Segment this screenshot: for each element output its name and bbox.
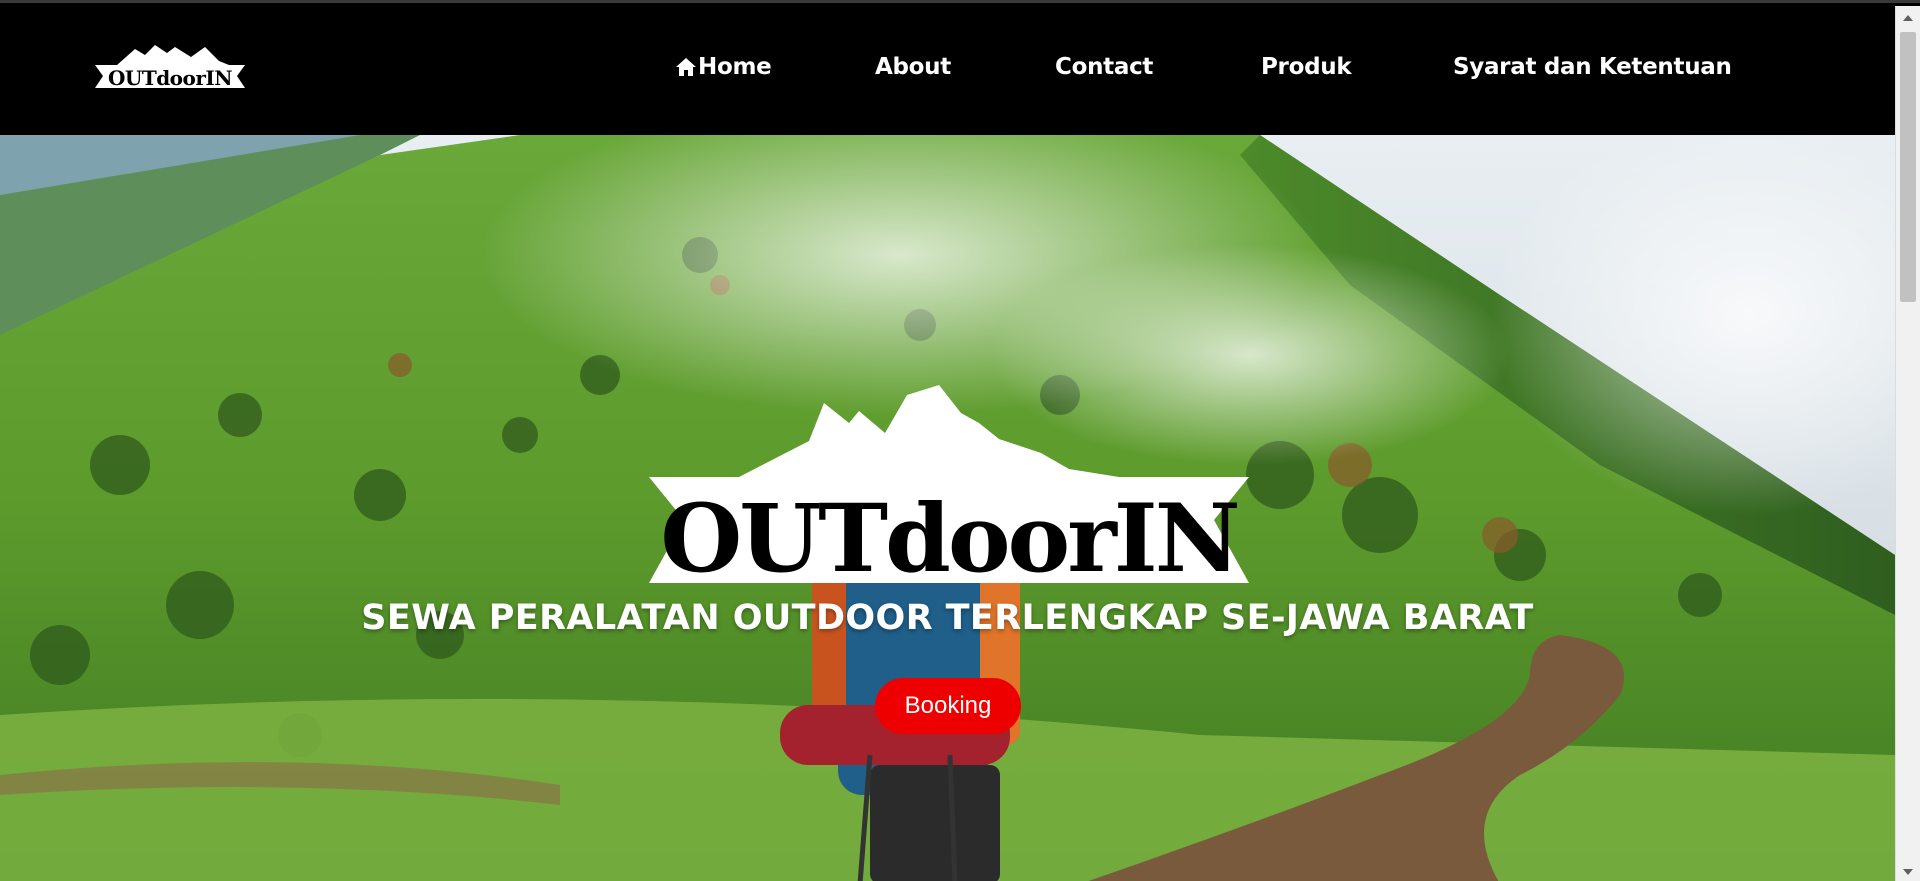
nav-item-syarat-dan-ketentuan[interactable]: Syarat dan Ketentuan (1453, 54, 1732, 80)
nav-item-syarat-label: Syarat dan Ketentuan (1453, 54, 1732, 80)
nav-item-about-label: About (875, 54, 951, 80)
top-navbar: OUTdoorIN Home About Contact Produk Syar… (0, 6, 1895, 135)
hero-section: OUTdoorIN SEWA PERALATAN OUTDOOR TERLENG… (0, 135, 1895, 881)
nav-item-about[interactable]: About (875, 54, 951, 80)
hero-tagline: SEWA PERALATAN OUTDOOR TERLENGKAP SE-JAW… (361, 598, 1534, 638)
scrollbar-thumb[interactable] (1900, 32, 1916, 302)
scroll-up-arrow-icon[interactable] (1896, 6, 1920, 30)
hero-logo: OUTdoorIN (649, 385, 1249, 593)
hero-logo-text: OUTdoorIN (660, 484, 1237, 593)
nav-item-produk-label: Produk (1261, 54, 1352, 80)
nav-item-home-label: Home (698, 54, 772, 80)
home-icon (676, 58, 696, 76)
nav-item-produk[interactable]: Produk (1261, 54, 1352, 80)
main-nav: Home About Contact Produk Syarat dan Ket… (0, 6, 1895, 135)
booking-button[interactable]: Booking (875, 678, 1021, 734)
nav-item-contact-label: Contact (1055, 54, 1154, 80)
vertical-scrollbar[interactable] (1895, 6, 1920, 881)
nav-item-contact[interactable]: Contact (1055, 54, 1153, 80)
browser-viewport: OUTdoorIN Home About Contact Produk Syar… (0, 0, 1920, 881)
nav-item-home[interactable]: Home (675, 54, 772, 80)
scroll-down-arrow-icon[interactable] (1896, 860, 1920, 881)
